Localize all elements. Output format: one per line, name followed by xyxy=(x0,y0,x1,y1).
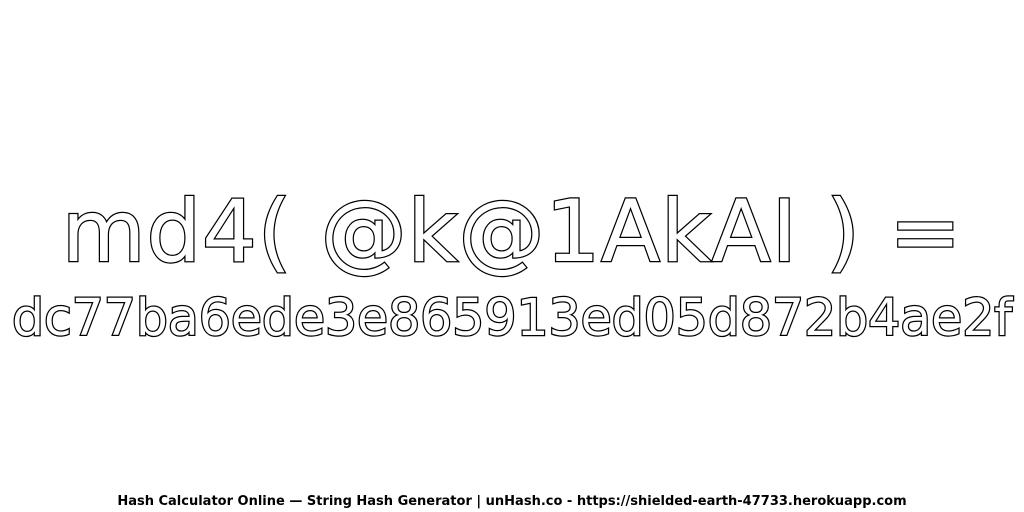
hash-expression: md4( @k@1AkAI ) = xyxy=(60,181,963,284)
canvas: md4( @k@1AkAI ) = dc77ba6ede3e865913ed05… xyxy=(0,0,1024,512)
footer-credit: Hash Calculator Online — String Hash Gen… xyxy=(117,494,907,510)
hash-result: dc77ba6ede3e865913ed05d872b4ae2f xyxy=(11,287,1014,349)
